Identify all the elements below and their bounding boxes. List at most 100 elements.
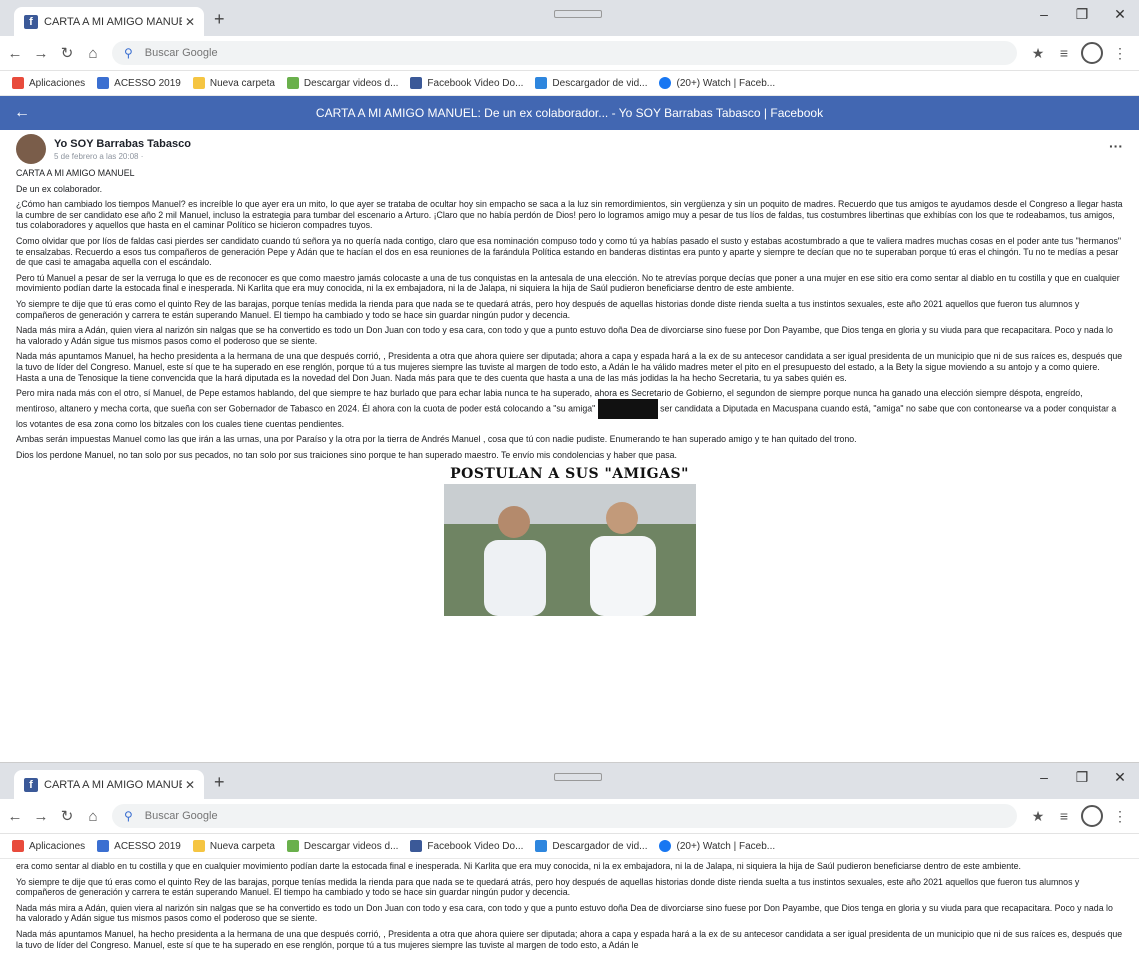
photo-illustration [443, 484, 696, 617]
facebook-icon: f [24, 14, 38, 29]
post-paragraph: De un ex colaborador. [16, 183, 103, 194]
bookmark-icon [286, 840, 299, 852]
forward-icon[interactable]: → [30, 808, 52, 825]
address-bar[interactable]: ⚲ [112, 804, 1017, 828]
post-author[interactable]: Yo SOY Barrabas Tabasco [54, 138, 191, 150]
account-icon[interactable]: o [1081, 805, 1103, 827]
bookmark-icon [97, 840, 110, 852]
photo [443, 484, 696, 617]
post-header: Yo SOY Barrabas Tabasco 5 de febrero a l… [16, 130, 1123, 168]
close-tab-icon[interactable]: ✕ [182, 778, 198, 792]
facebook-header: ← CARTA A MI AMIGO MANUEL: De un ex cola… [0, 96, 1139, 130]
post-image[interactable]: POSTULAN A SUS "AMIGAS" [443, 466, 696, 617]
post-paragraph: Pero mira nada más con el otro, sí Manue… [16, 388, 1117, 429]
bookmark-item[interactable]: ACESSO 2019 [97, 840, 181, 852]
bookmark-item[interactable]: Descargador de vid... [535, 77, 647, 89]
menu-icon[interactable]: ⋮ [1107, 808, 1133, 825]
image-title: POSTULAN A SUS "AMIGAS" [450, 466, 689, 483]
post-paragraph: Nada más mira a Adán, quien viera al nar… [16, 902, 1113, 924]
home-icon[interactable]: ⌂ [82, 808, 104, 825]
playlist-icon[interactable]: ≡ [1051, 45, 1077, 61]
close-window-icon[interactable]: ✕ [1101, 769, 1139, 786]
browser-toolbar: ← → ↻ ⌂ ⚲ ★ ≡ o ⋮ [0, 799, 1139, 834]
post-paragraph: Nada más mira a Adán, quien viera al nar… [16, 325, 1113, 346]
reload-icon[interactable]: ↻ [56, 44, 78, 62]
bookmark-item[interactable]: Nueva carpeta [192, 840, 275, 852]
browser-tab[interactable]: f CARTA A MI AMIGO MANUEL: D ✕ [14, 7, 204, 36]
facebook-post: Yo SOY Barrabas Tabasco 5 de febrero a l… [0, 130, 1139, 617]
back-arrow-icon[interactable]: ← [14, 104, 30, 122]
account-icon[interactable]: o [1081, 42, 1103, 64]
bookmark-item[interactable]: Descargar videos d... [286, 840, 398, 852]
browser-window-bottom: f CARTA A MI AMIGO MANUEL: D ✕ + – ❐ ✕ ←… [0, 762, 1139, 964]
post-paragraph: ¿Cómo han cambiado los tiempos Manuel? e… [16, 199, 1123, 231]
bookmark-icon [410, 840, 423, 852]
tab-bar: f CARTA A MI AMIGO MANUEL: D ✕ + – ❐ ✕ [0, 763, 1139, 799]
post-date[interactable]: 5 de febrero a las 20:08 · [54, 152, 191, 161]
bookmarks-bar: Aplicaciones ACESSO 2019 Nueva carpeta D… [0, 71, 1139, 96]
new-tab-button[interactable]: + [214, 9, 225, 30]
folder-icon [192, 77, 205, 89]
post-paragraph: Yo siempre te dije que tú eras como el q… [16, 298, 1080, 320]
bookmark-item[interactable]: Aplicaciones [12, 840, 85, 852]
search-icon: ⚲ [124, 46, 133, 60]
page-title: CARTA A MI AMIGO MANUEL: De un ex colabo… [315, 106, 824, 120]
post-paragraph: Nada más apuntamos Manuel, ha hecho pres… [16, 351, 1123, 383]
reload-icon[interactable]: ↻ [56, 807, 78, 825]
bookmark-item[interactable]: ACESSO 2019 [97, 77, 181, 89]
close-window-icon[interactable]: ✕ [1101, 6, 1139, 23]
home-icon[interactable]: ⌂ [82, 45, 104, 62]
bookmark-item[interactable]: (20+) Watch | Faceb... [659, 77, 775, 89]
maximize-icon[interactable]: ❐ [1063, 6, 1101, 23]
minimize-icon[interactable]: – [1025, 769, 1063, 786]
avatar[interactable] [16, 134, 46, 164]
drag-handle[interactable] [554, 773, 602, 781]
bookmark-item[interactable]: Descargador de vid... [535, 840, 647, 852]
star-icon[interactable]: ★ [1025, 45, 1051, 62]
bookmark-item[interactable]: Descargar videos d... [286, 77, 398, 89]
bookmark-item[interactable]: Facebook Video Do... [410, 77, 523, 89]
post-paragraph: Yo siempre te dije que tú eras como el q… [16, 876, 1080, 898]
bookmark-item[interactable]: Facebook Video Do... [410, 840, 523, 852]
bookmark-icon [535, 840, 548, 852]
menu-icon[interactable]: ⋮ [1107, 45, 1133, 62]
window-controls: – ❐ ✕ [1025, 769, 1139, 786]
forward-icon[interactable]: → [30, 45, 52, 62]
browser-tab[interactable]: f CARTA A MI AMIGO MANUEL: D ✕ [14, 770, 204, 799]
search-icon: ⚲ [124, 809, 133, 823]
minimize-icon[interactable]: – [1025, 6, 1063, 23]
redaction-box [597, 398, 658, 419]
playlist-icon[interactable]: ≡ [1051, 808, 1077, 824]
maximize-icon[interactable]: ❐ [1063, 769, 1101, 786]
drag-handle[interactable] [554, 10, 602, 18]
search-input[interactable] [142, 46, 447, 60]
toolbar-right: ★ ≡ o ⋮ [1025, 42, 1133, 64]
search-input[interactable] [142, 809, 447, 823]
bookmark-icon [286, 77, 299, 89]
bookmark-icon [410, 77, 423, 89]
post-paragraph: Ambas serán impuestas Manuel como las qu… [16, 434, 857, 445]
post-paragraph: Nada más apuntamos Manuel, ha hecho pres… [16, 928, 1123, 950]
post-paragraph: Dios los perdone Manuel, no tan solo por… [16, 449, 677, 460]
toolbar-right: ★ ≡ o ⋮ [1025, 805, 1133, 827]
browser-toolbar: ← → ↻ ⌂ ⚲ ★ ≡ o ⋮ [0, 36, 1139, 71]
bookmarks-bar: Aplicaciones ACESSO 2019 Nueva carpeta D… [0, 834, 1139, 859]
more-options-icon[interactable]: ··· [1109, 138, 1123, 154]
post-paragraph: CARTA A MI AMIGO MANUEL [16, 168, 135, 178]
bookmark-item[interactable]: (20+) Watch | Faceb... [659, 840, 775, 852]
watch-icon [659, 840, 672, 852]
bookmark-item[interactable]: Aplicaciones [12, 77, 85, 89]
window-controls: – ❐ ✕ [1025, 6, 1139, 23]
star-icon[interactable]: ★ [1025, 808, 1051, 825]
watch-icon [659, 77, 672, 89]
back-icon[interactable]: ← [4, 808, 26, 825]
back-icon[interactable]: ← [4, 45, 26, 62]
address-bar[interactable]: ⚲ [112, 41, 1017, 65]
apps-icon [12, 840, 24, 852]
tab-title: CARTA A MI AMIGO MANUEL: D [44, 778, 182, 791]
tab-bar: f CARTA A MI AMIGO MANUEL: D ✕ + – ❐ ✕ [0, 0, 1139, 36]
bookmark-item[interactable]: Nueva carpeta [192, 77, 275, 89]
new-tab-button[interactable]: + [214, 772, 225, 793]
post-paragraph: era como sentar al diablo en tu costilla… [16, 861, 1021, 871]
close-tab-icon[interactable]: ✕ [182, 15, 198, 29]
